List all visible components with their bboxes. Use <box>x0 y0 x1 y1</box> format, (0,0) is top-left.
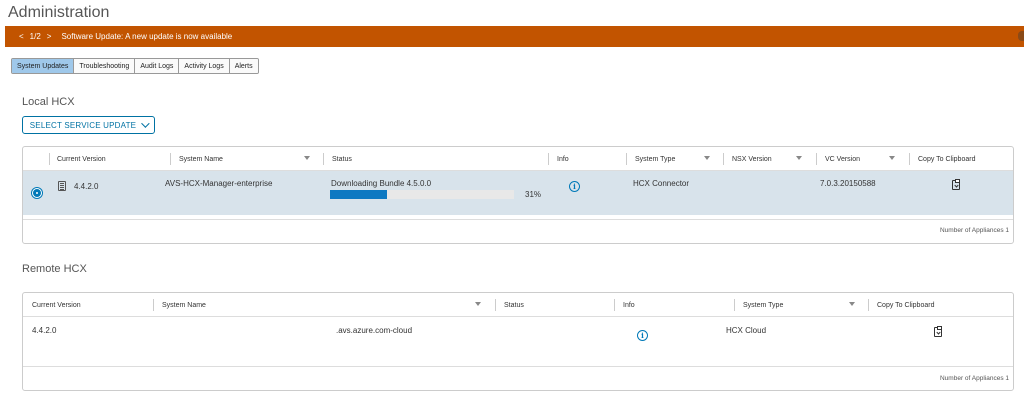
column-separator <box>868 299 869 311</box>
chevron-down-icon <box>141 119 150 128</box>
footer-divider <box>23 219 1013 220</box>
system-name-value: .avs.azure.com-cloud <box>336 326 413 335</box>
column-separator <box>153 299 154 311</box>
tab-audit-logs[interactable]: Audit Logs <box>135 59 180 73</box>
column-separator <box>723 153 724 165</box>
col-current-version[interactable]: Current Version <box>57 147 106 171</box>
column-separator <box>548 153 549 165</box>
grid-header: Current Version System Name Status Info … <box>23 293 1013 317</box>
col-info[interactable]: Info <box>623 293 635 317</box>
col-status[interactable]: Status <box>504 293 524 317</box>
column-separator <box>734 299 735 311</box>
page-title: Administration <box>8 4 110 21</box>
progress-label: 31% <box>525 190 542 199</box>
appliance-count: Number of Appliances 1 <box>939 375 1009 382</box>
column-separator <box>170 153 171 165</box>
row-select-radio[interactable] <box>32 188 42 198</box>
col-current-version[interactable]: Current Version <box>32 293 81 317</box>
info-icon[interactable]: i <box>569 181 580 192</box>
filter-icon[interactable] <box>475 302 481 306</box>
banner-message: Software Update: A new update is now ava… <box>61 32 233 41</box>
column-separator <box>495 299 496 311</box>
download-progress-bar <box>330 190 514 199</box>
col-status[interactable]: Status <box>332 147 352 171</box>
tab-alerts[interactable]: Alerts <box>229 59 258 73</box>
info-icon[interactable]: i <box>637 330 648 341</box>
local-hcx-title: Local HCX <box>22 96 75 108</box>
col-system-name[interactable]: System Name <box>162 293 206 317</box>
system-name-value: AVS-HCX-Manager-enterprise <box>165 179 273 188</box>
appliance-count: Number of Appliances 1 <box>939 227 1009 234</box>
system-type-value: HCX Connector <box>633 179 690 188</box>
column-separator <box>49 153 50 165</box>
col-copy-to-clipboard[interactable]: Copy To Clipboard <box>918 147 975 171</box>
tab-activity-logs[interactable]: Activity Logs <box>179 59 230 73</box>
column-separator <box>614 299 615 311</box>
table-row[interactable]: 4.4.2.0 .avs.azure.com-cloud i HCX Cloud <box>23 317 1013 351</box>
banner-prev-button[interactable]: < <box>19 32 24 41</box>
update-banner: < 1/2 > Software Update: A new update is… <box>5 26 1024 47</box>
col-nsx-version[interactable]: NSX Version <box>732 147 772 171</box>
select-service-update-button[interactable]: SELECT SERVICE UPDATE <box>22 116 155 134</box>
system-type-value: HCX Cloud <box>726 326 767 335</box>
tab-troubleshooting[interactable]: Troubleshooting <box>74 59 136 73</box>
filter-icon[interactable] <box>796 156 802 160</box>
column-separator <box>626 153 627 165</box>
filter-icon[interactable] <box>304 156 310 160</box>
current-version-value: 4.4.2.0 <box>32 326 57 335</box>
banner-next-button[interactable]: > <box>47 32 52 41</box>
status-value: Downloading Bundle 4.5.0.0 <box>331 179 432 188</box>
col-system-name[interactable]: System Name <box>179 147 223 171</box>
filter-icon[interactable] <box>889 156 895 160</box>
admin-tabs: System Updates Troubleshooting Audit Log… <box>11 58 259 74</box>
remote-hcx-title: Remote HCX <box>22 263 87 275</box>
remote-hcx-grid: Current Version System Name Status Info … <box>22 292 1014 391</box>
banner-close-icon[interactable] <box>1018 31 1024 41</box>
column-separator <box>909 153 910 165</box>
banner-page-indicator: 1/2 <box>29 32 41 41</box>
download-progress-fill <box>330 190 388 199</box>
copy-to-clipboard-icon[interactable] <box>934 326 942 337</box>
upgrade-icon <box>58 181 66 191</box>
col-system-type[interactable]: System Type <box>635 147 675 171</box>
local-hcx-grid: Current Version System Name Status Info … <box>22 146 1014 244</box>
column-separator <box>323 153 324 165</box>
col-info[interactable]: Info <box>557 147 569 171</box>
col-vc-version[interactable]: VC Version <box>825 147 860 171</box>
col-copy-to-clipboard[interactable]: Copy To Clipboard <box>877 293 934 317</box>
column-separator <box>816 153 817 165</box>
tab-system-updates[interactable]: System Updates <box>12 59 75 73</box>
vc-version-value: 7.0.3.20150588 <box>820 179 876 188</box>
filter-icon[interactable] <box>849 302 855 306</box>
banner-pager: < 1/2 > <box>19 32 51 41</box>
table-row[interactable]: 4.4.2.0 AVS-HCX-Manager-enterprise Downl… <box>23 171 1013 215</box>
filter-icon[interactable] <box>704 156 710 160</box>
current-version-value: 4.4.2.0 <box>74 182 99 191</box>
col-system-type[interactable]: System Type <box>743 293 783 317</box>
select-service-update-label: SELECT SERVICE UPDATE <box>29 120 137 130</box>
copy-to-clipboard-icon[interactable] <box>952 179 960 190</box>
footer-divider <box>23 366 1013 367</box>
grid-header: Current Version System Name Status Info … <box>23 147 1013 171</box>
